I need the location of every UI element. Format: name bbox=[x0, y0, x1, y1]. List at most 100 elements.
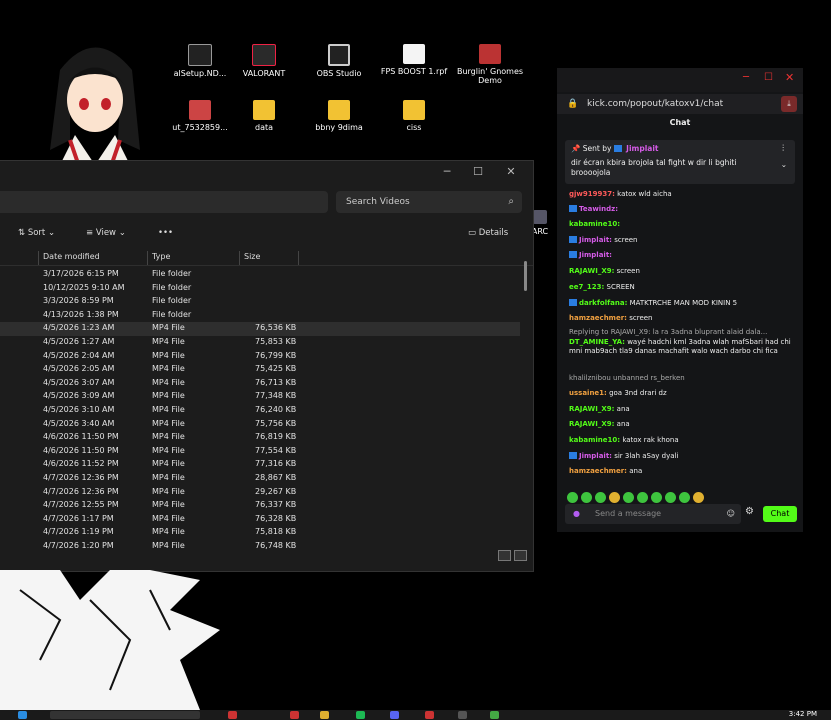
file-row[interactable]: 3/3/2026 8:59 PM File folder bbox=[0, 295, 520, 309]
close-icon[interactable]: ✕ bbox=[496, 163, 526, 181]
file-row[interactable]: 10/12/2025 9:10 AM File folder bbox=[0, 282, 520, 296]
microphone-icon[interactable]: ● bbox=[573, 504, 580, 524]
column-type[interactable]: Type bbox=[152, 252, 170, 261]
chat-input[interactable]: ● Send a message ☺ bbox=[565, 504, 741, 524]
file-row[interactable]: 4/13/2026 1:38 PM File folder bbox=[0, 309, 520, 323]
chat-username[interactable]: kabamine10: bbox=[569, 436, 620, 444]
file-row[interactable]: 4/5/2026 3:09 AM MP4 File 77,348 KB bbox=[0, 390, 520, 404]
desktop-icon-obs[interactable]: OBS Studio bbox=[303, 44, 375, 78]
file-row[interactable]: 4/6/2026 11:50 PM MP4 File 76,819 KB bbox=[0, 431, 520, 445]
address-bar[interactable] bbox=[0, 191, 328, 213]
file-row[interactable]: 4/7/2026 12:36 PM MP4 File 29,267 KB bbox=[0, 486, 520, 500]
chat-username[interactable]: RAJAWI_X9: bbox=[569, 267, 614, 275]
file-row[interactable]: 4/5/2026 3:40 AM MP4 File 75,756 KB bbox=[0, 418, 520, 432]
emote-icon[interactable] bbox=[693, 492, 704, 503]
windows-start-icon[interactable] bbox=[18, 711, 27, 719]
scrollbar[interactable] bbox=[524, 261, 527, 291]
chat-text: katox rak khona bbox=[622, 436, 679, 444]
file-row[interactable]: 4/5/2026 3:10 AM MP4 File 76,240 KB bbox=[0, 404, 520, 418]
column-date-modified[interactable]: Date modified bbox=[43, 252, 100, 261]
desktop-icon-bbny[interactable]: bbny 9dima bbox=[303, 100, 375, 132]
emote-icon[interactable] bbox=[665, 492, 676, 503]
chat-username[interactable]: Jimplait: bbox=[579, 251, 612, 259]
chat-username[interactable]: ee7_123: bbox=[569, 283, 604, 291]
emote-icon[interactable] bbox=[651, 492, 662, 503]
file-row[interactable]: 4/7/2026 1:19 PM MP4 File 75,818 KB bbox=[0, 526, 520, 540]
taskbar-app-icon[interactable] bbox=[228, 711, 237, 719]
desktop-icon-ciss[interactable]: ciss bbox=[378, 100, 450, 132]
sort-button[interactable]: ⇅ Sort ⌄ bbox=[18, 228, 55, 238]
taskbar-app-icon[interactable] bbox=[425, 711, 434, 719]
send-chat-button[interactable]: Chat bbox=[763, 506, 797, 522]
tiles-view-icon[interactable] bbox=[514, 550, 527, 561]
view-button[interactable]: ≡ View ⌄ bbox=[86, 228, 126, 238]
file-row[interactable]: 4/7/2026 12:55 PM MP4 File 76,337 KB bbox=[0, 499, 520, 513]
chat-username[interactable]: Jimplait: bbox=[579, 452, 612, 460]
folder-icon bbox=[328, 100, 350, 120]
emote-icon[interactable] bbox=[679, 492, 690, 503]
chat-username[interactable]: Teawindz: bbox=[579, 205, 618, 213]
file-row[interactable]: 4/5/2026 1:27 AM MP4 File 75,853 KB bbox=[0, 336, 520, 350]
chat-username[interactable]: RAJAWI_X9: bbox=[569, 420, 614, 428]
file-row[interactable]: 4/5/2026 2:05 AM MP4 File 75,425 KB bbox=[0, 363, 520, 377]
chat-username[interactable]: gjw919937: bbox=[569, 190, 615, 198]
chat-username[interactable]: hamzaechmer: bbox=[569, 467, 627, 475]
gear-icon[interactable]: ⚙ bbox=[745, 506, 754, 517]
column-size[interactable]: Size bbox=[244, 252, 260, 261]
close-icon[interactable]: ✕ bbox=[785, 71, 794, 84]
desktop-icon-valorant[interactable]: VALORANT bbox=[228, 44, 300, 78]
desktop-icon-setup[interactable]: alSetup.ND... bbox=[164, 44, 236, 78]
chevron-down-icon[interactable]: ⌄ bbox=[781, 160, 787, 169]
minimize-icon[interactable]: ─ bbox=[743, 72, 749, 83]
file-row[interactable]: 4/5/2026 3:07 AM MP4 File 76,713 KB bbox=[0, 377, 520, 391]
emoji-icon[interactable]: ☺ bbox=[727, 504, 735, 524]
chat-message: RAJAWI_X9: ana bbox=[569, 420, 797, 429]
file-row[interactable]: 3/17/2026 6:15 PM File folder bbox=[0, 268, 520, 282]
file-type: MP4 File bbox=[152, 486, 185, 496]
url-bar[interactable]: 🔒 kick.com/popout/katoxv1/chat ⤓ bbox=[557, 94, 803, 114]
emote-icon[interactable] bbox=[595, 492, 606, 503]
spotify-icon[interactable] bbox=[356, 711, 365, 719]
maximize-icon[interactable]: ☐ bbox=[463, 163, 493, 181]
emote-icon[interactable] bbox=[609, 492, 620, 503]
chat-username[interactable]: kabamine10: bbox=[569, 220, 620, 228]
chat-username[interactable]: hamzaechmer: bbox=[569, 314, 627, 322]
chat-username[interactable]: RAJAWI_X9: bbox=[569, 405, 614, 413]
file-row[interactable]: 4/6/2026 11:52 PM MP4 File 77,316 KB bbox=[0, 458, 520, 472]
discord-icon[interactable] bbox=[390, 711, 399, 719]
file-row[interactable]: 4/7/2026 1:17 PM MP4 File 76,328 KB bbox=[0, 513, 520, 527]
desktop-icon-ut[interactable]: ut_7532859... bbox=[164, 100, 236, 132]
emote-icon[interactable] bbox=[623, 492, 634, 503]
desktop-icon-fps-boost[interactable]: FPS BOOST 1.rpf bbox=[378, 44, 450, 76]
file-row[interactable]: 4/7/2026 1:20 PM MP4 File 76,748 KB bbox=[0, 540, 520, 554]
emote-icon[interactable] bbox=[581, 492, 592, 503]
minimize-icon[interactable]: ─ bbox=[432, 163, 462, 181]
chat-username[interactable]: Jimplait: bbox=[579, 236, 612, 244]
chat-username[interactable]: ussaine1: bbox=[569, 389, 607, 397]
file-explorer-taskbar-icon[interactable] bbox=[320, 711, 329, 719]
file-type: MP4 File bbox=[152, 459, 185, 469]
chat-username[interactable]: DT_AMINE_YA: bbox=[569, 338, 625, 346]
download-icon[interactable]: ⤓ bbox=[781, 96, 797, 112]
taskbar-search[interactable] bbox=[50, 711, 200, 719]
details-view-icon[interactable] bbox=[498, 550, 511, 561]
chat-username[interactable]: darkfolfana: bbox=[579, 299, 627, 307]
file-row[interactable]: 4/7/2026 12:36 PM MP4 File 28,867 KB bbox=[0, 472, 520, 486]
maximize-icon[interactable]: ☐ bbox=[764, 72, 773, 83]
emote-icon[interactable] bbox=[637, 492, 648, 503]
more-options-button[interactable]: ••• bbox=[158, 228, 173, 238]
taskbar-clock[interactable]: 3:42 PM bbox=[789, 710, 817, 718]
taskbar-app-icon[interactable] bbox=[490, 711, 499, 719]
file-row[interactable]: 4/5/2026 1:23 AM MP4 File 76,536 KB bbox=[0, 322, 520, 336]
details-button[interactable]: ▭ Details bbox=[468, 228, 508, 238]
more-vertical-icon[interactable]: ⋮ bbox=[780, 143, 788, 152]
file-row[interactable]: 4/5/2026 2:04 AM MP4 File 76,799 KB bbox=[0, 350, 520, 364]
file-row[interactable]: 4/6/2026 11:50 PM MP4 File 77,554 KB bbox=[0, 445, 520, 459]
emote-icon[interactable] bbox=[567, 492, 578, 503]
file-size: 75,425 KB bbox=[255, 364, 297, 374]
desktop-icon-burglin-gnomes[interactable]: Burglin' Gnomes Demo bbox=[454, 44, 526, 85]
desktop-icon-data[interactable]: data bbox=[228, 100, 300, 132]
taskbar-app-icon[interactable] bbox=[290, 711, 299, 719]
taskbar-app-icon[interactable] bbox=[458, 711, 467, 719]
search-input[interactable]: Search Videos ⌕ bbox=[336, 191, 522, 213]
